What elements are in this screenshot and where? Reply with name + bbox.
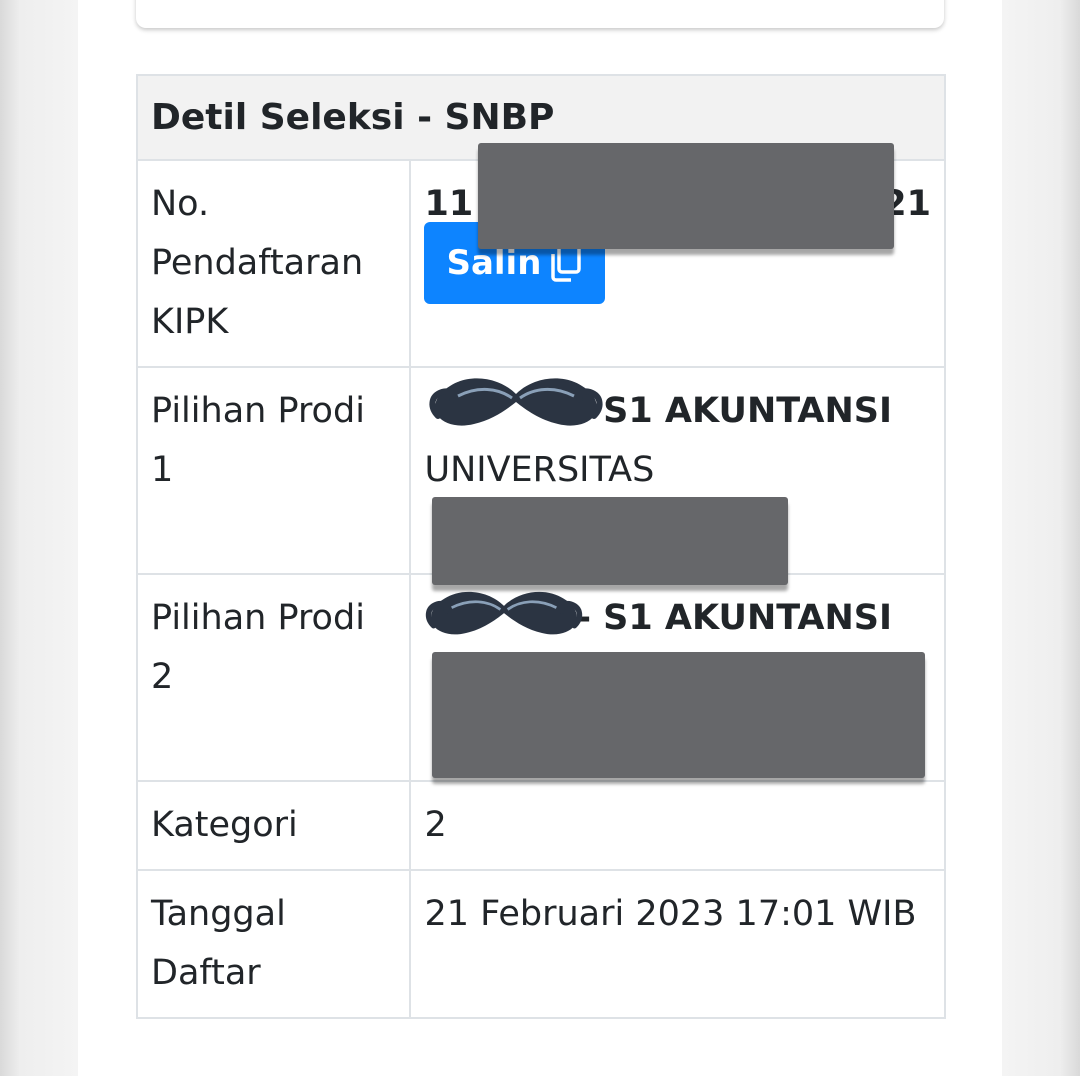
row-value: 2 <box>409 780 946 871</box>
redaction-block <box>478 143 894 249</box>
row-label: No. Pendaftaran KIPK <box>135 159 412 368</box>
row-value: 21 Februari 2023 17:01 WIB <box>409 869 946 1019</box>
redaction-block <box>432 497 788 585</box>
copy-button-label: Salin <box>446 243 542 283</box>
redaction-block <box>432 652 925 778</box>
mustache-sticker <box>429 378 603 426</box>
row-label: Pilihan Prodi 2 <box>135 573 412 782</box>
right-gutter <box>1002 0 1080 1076</box>
previous-card <box>136 0 944 28</box>
table-row: Kategori 2 <box>135 780 946 871</box>
table-row: Tanggal Daftar 21 Februari 2023 17:01 WI… <box>135 869 946 1019</box>
program-name: - S1 AKUNTANSI <box>576 391 892 431</box>
copy-icon <box>551 244 582 282</box>
row-label: Kategori <box>135 780 412 871</box>
row-label: Pilihan Prodi 1 <box>135 366 412 575</box>
row-label: Tanggal Daftar <box>135 869 412 1019</box>
left-gutter <box>0 0 78 1076</box>
program-name: - S1 AKUNTANSI <box>576 598 892 638</box>
university-name: UNIVERSITAS <box>424 450 655 490</box>
mustache-sticker <box>425 591 583 635</box>
registration-number-start: 11 <box>424 184 474 224</box>
page: Detil Seleksi - SNBP No. Pendaftaran KIP… <box>0 0 1080 1076</box>
